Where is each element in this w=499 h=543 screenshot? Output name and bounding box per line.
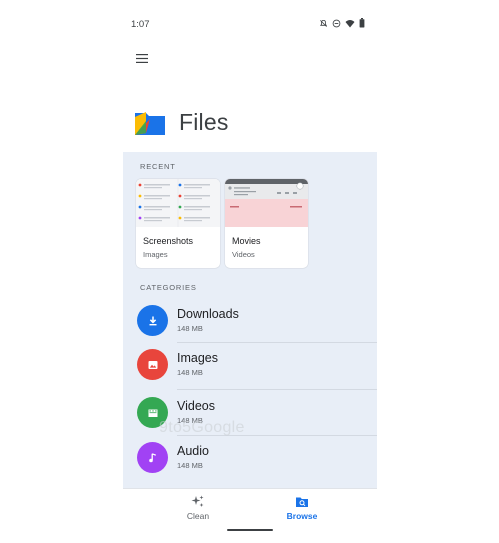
category-size: 148 MB <box>177 368 203 377</box>
category-name: Images <box>177 351 218 365</box>
recent-card-subtitle: Images <box>143 250 168 259</box>
category-size: 148 MB <box>177 461 203 470</box>
image-icon <box>137 349 168 380</box>
category-divider <box>177 389 377 390</box>
video-icon <box>137 397 168 428</box>
category-size: 148 MB <box>177 416 203 425</box>
movies-thumbnail <box>225 179 308 227</box>
categories-section-label: CATEGORIES <box>140 283 197 292</box>
recent-card-title: Movies <box>232 236 261 246</box>
wifi-icon <box>345 19 355 27</box>
nav-browse[interactable]: Browse <box>267 495 337 525</box>
movies-thumbnail-preview <box>225 179 308 227</box>
app-title: Files <box>179 108 229 135</box>
mute-icon <box>319 19 328 27</box>
nav-label: Browse <box>286 511 318 521</box>
status-bar: 1:07 <box>123 15 377 35</box>
status-icons <box>319 18 365 28</box>
audio-icon <box>137 442 168 473</box>
category-downloads[interactable]: Downloads 148 MB <box>123 305 377 351</box>
browse-icon <box>296 497 308 507</box>
category-name: Downloads <box>177 307 239 321</box>
download-icon <box>137 305 168 336</box>
browse-content: RECENT Screenshots Images Movies Videos … <box>123 152 377 488</box>
recent-card-movies[interactable]: Movies Videos <box>225 179 308 268</box>
phone-screen: 1:07 Files RECENT Screenshots Images Mov… <box>123 0 377 543</box>
menu-button[interactable] <box>131 48 153 68</box>
recent-section-label: RECENT <box>140 162 176 171</box>
app-header: Files <box>133 107 229 137</box>
recent-card-subtitle: Videos <box>232 250 255 259</box>
screenshots-thumbnail-preview <box>136 179 220 227</box>
category-images[interactable]: Images 148 MB <box>123 349 377 395</box>
bottom-navigation: Clean Browse <box>123 488 377 528</box>
category-divider <box>177 342 377 343</box>
category-videos[interactable]: Videos 148 MB <box>123 397 377 443</box>
category-audio[interactable]: Audio 148 MB <box>123 442 377 488</box>
hamburger-menu-icon <box>136 53 148 63</box>
gesture-navigation-bar[interactable] <box>227 529 273 531</box>
screenshots-thumbnail <box>136 179 220 227</box>
battery-icon <box>359 18 365 28</box>
category-size: 148 MB <box>177 324 203 333</box>
nav-clean[interactable]: Clean <box>163 495 233 525</box>
category-name: Videos <box>177 399 215 413</box>
status-time: 1:07 <box>131 19 150 30</box>
dnd-icon <box>332 19 341 27</box>
files-logo-icon <box>135 112 165 135</box>
category-name: Audio <box>177 444 209 458</box>
recent-card-title: Screenshots <box>143 236 194 246</box>
sparkle-icon <box>191 495 204 507</box>
nav-label: Clean <box>186 511 210 521</box>
category-divider <box>177 435 377 436</box>
recent-card-screenshots[interactable]: Screenshots Images <box>136 179 220 268</box>
